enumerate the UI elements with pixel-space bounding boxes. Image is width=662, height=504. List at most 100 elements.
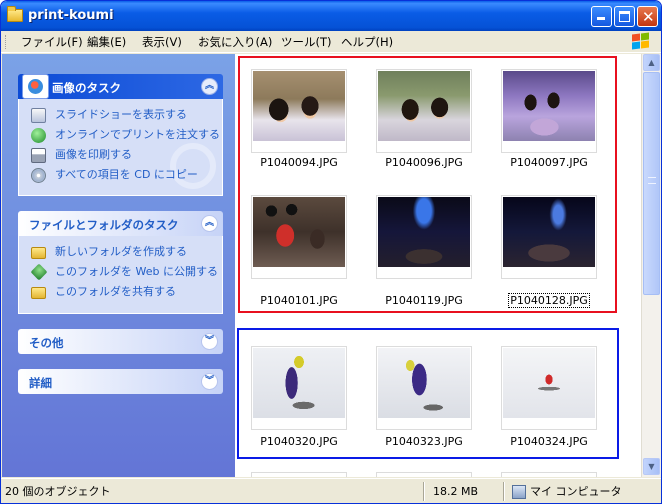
file-folder-tasks-list: 新しいフォルダを作成する このフォルダを Web に公開する このフォルダを共有… — [18, 236, 223, 314]
cd-copy-icon — [31, 168, 46, 183]
menu-view[interactable]: 表示(V) — [142, 34, 182, 50]
image-tasks-panel: 画像のタスク ︽ スライドショーを表示する オンラインでプリントを注文する 画像… — [18, 74, 223, 196]
menu-bar: ファイル(F) 編集(E) 表示(V) お気に入り(A) ツール(T) ヘルプ(… — [1, 31, 661, 53]
file-thumbnail[interactable] — [501, 472, 597, 477]
file-thumbnail[interactable] — [251, 346, 347, 430]
online-print-icon — [31, 128, 46, 143]
status-size: 18.2 MB — [433, 485, 479, 498]
maximize-icon — [619, 11, 630, 22]
file-folder-tasks-header[interactable]: ファイルとフォルダのタスク ︽ — [18, 211, 223, 236]
task-label: 画像を印刷する — [55, 148, 132, 161]
new-folder-icon — [31, 247, 46, 259]
file-folder-tasks-panel: ファイルとフォルダのタスク ︽ 新しいフォルダを作成する このフォルダを Web… — [18, 211, 223, 314]
menu-grip[interactable] — [5, 35, 8, 49]
photo-image — [378, 71, 470, 141]
menu-tools[interactable]: ツール(T) — [281, 34, 332, 50]
status-divider — [503, 482, 505, 501]
task-label: このフォルダを Web に公開する — [55, 265, 218, 278]
file-thumbnail[interactable] — [501, 69, 597, 153]
minimize-icon — [597, 17, 605, 20]
minimize-button[interactable] — [591, 6, 612, 27]
close-icon: ✕ — [642, 8, 655, 26]
file-name[interactable]: P1040094.JPG — [244, 156, 354, 169]
photo-image — [253, 197, 345, 267]
file-thumbnail[interactable] — [376, 472, 472, 477]
expand-chevron-icon[interactable]: ︾ — [201, 373, 218, 390]
image-tasks-title: 画像のタスク — [52, 81, 121, 95]
expand-chevron-icon[interactable]: ︾ — [201, 333, 218, 350]
printer-icon — [31, 148, 46, 163]
other-places-title: その他 — [29, 336, 64, 350]
file-name[interactable]: P1040101.JPG — [244, 294, 354, 307]
task-publish-web[interactable]: このフォルダを Web に公開する — [19, 262, 222, 282]
picture-tasks-icon — [22, 74, 49, 99]
file-thumbnail[interactable] — [376, 195, 472, 279]
task-label: このフォルダを共有する — [55, 285, 176, 298]
details-header[interactable]: 詳細 ︾ — [18, 369, 223, 394]
task-label: スライドショーを表示する — [55, 108, 187, 121]
menu-help[interactable]: ヘルプ(H) — [341, 34, 393, 50]
file-name[interactable]: P1040097.JPG — [494, 156, 604, 169]
file-name[interactable]: P1040323.JPG — [369, 435, 479, 448]
other-places-panel: その他 ︾ — [18, 329, 223, 354]
slideshow-icon — [31, 108, 46, 123]
file-folder-tasks-title: ファイルとフォルダのタスク — [29, 218, 179, 232]
scroll-up-button[interactable]: ▲ — [643, 54, 660, 71]
status-bar: 20 個のオブジェクト 18.2 MB マイ コンピュータ — [1, 478, 661, 503]
explorer-window: print-koumi ✕ ファイル(F) 編集(E) 表示(V) お気に入り(… — [0, 0, 662, 504]
file-name[interactable]: P1040119.JPG — [369, 294, 479, 307]
web-publish-icon — [30, 263, 48, 281]
scroll-thumb[interactable] — [643, 72, 660, 295]
photo-image — [503, 197, 595, 267]
menu-file[interactable]: ファイル(F) — [21, 34, 83, 50]
file-name[interactable]: P1040320.JPG — [244, 435, 354, 448]
task-copy-to-cd[interactable]: すべての項目を CD にコピー — [19, 165, 222, 185]
file-thumbnail[interactable] — [501, 195, 597, 279]
file-thumbnail[interactable] — [251, 472, 347, 477]
folder-icon — [7, 6, 23, 22]
file-thumbnail[interactable] — [501, 346, 597, 430]
task-new-folder[interactable]: 新しいフォルダを作成する — [19, 242, 222, 262]
photo-image — [503, 71, 595, 141]
scroll-down-button[interactable]: ▼ — [643, 458, 660, 475]
task-label: すべての項目を CD にコピー — [55, 168, 198, 181]
image-tasks-header[interactable]: 画像のタスク ︽ — [18, 74, 223, 99]
file-thumbnail[interactable] — [376, 346, 472, 430]
file-thumbnail[interactable] — [376, 69, 472, 153]
menu-edit[interactable]: 編集(E) — [87, 34, 126, 50]
task-share-folder[interactable]: このフォルダを共有する — [19, 282, 222, 302]
file-thumbnail[interactable] — [251, 195, 347, 279]
file-name[interactable]: P1040096.JPG — [369, 156, 479, 169]
task-print-images[interactable]: 画像を印刷する — [19, 145, 222, 165]
collapse-chevron-icon[interactable]: ︽ — [201, 215, 218, 232]
photo-image — [253, 71, 345, 141]
window-title: print-koumi — [28, 8, 114, 23]
close-button[interactable]: ✕ — [637, 6, 658, 27]
collapse-chevron-icon[interactable]: ︽ — [201, 78, 218, 95]
file-view: P1040094.JPG P1040096.JPG P1040097.JPG P… — [235, 54, 641, 477]
status-location: マイ コンピュータ — [530, 485, 622, 498]
file-thumbnail[interactable] — [251, 69, 347, 153]
details-title: 詳細 — [29, 376, 52, 390]
file-name[interactable]: P1040324.JPG — [494, 435, 604, 448]
grip-icon — [648, 177, 656, 184]
photo-image — [503, 348, 595, 418]
image-tasks-list: スライドショーを表示する オンラインでプリントを注文する 画像を印刷する すべて… — [18, 99, 223, 196]
photo-image — [253, 348, 345, 418]
share-folder-icon — [31, 287, 46, 299]
task-pane: 画像のタスク ︽ スライドショーを表示する オンラインでプリントを注文する 画像… — [2, 54, 235, 477]
computer-icon — [512, 485, 526, 499]
task-label: オンラインでプリントを注文する — [55, 128, 220, 141]
title-bar[interactable]: print-koumi ✕ — [1, 1, 661, 31]
vertical-scrollbar[interactable]: ▲ ▼ — [641, 54, 661, 477]
task-slideshow[interactable]: スライドショーを表示する — [19, 105, 222, 125]
maximize-button[interactable] — [614, 6, 635, 27]
file-name-selected[interactable]: P1040128.JPG — [494, 293, 604, 308]
menu-favorites[interactable]: お気に入り(A) — [198, 34, 272, 50]
task-label: 新しいフォルダを作成する — [55, 245, 187, 258]
status-divider — [423, 482, 425, 501]
task-online-print[interactable]: オンラインでプリントを注文する — [19, 125, 222, 145]
other-places-header[interactable]: その他 ︾ — [18, 329, 223, 354]
windows-logo-icon — [631, 32, 651, 51]
photo-image — [378, 197, 470, 267]
